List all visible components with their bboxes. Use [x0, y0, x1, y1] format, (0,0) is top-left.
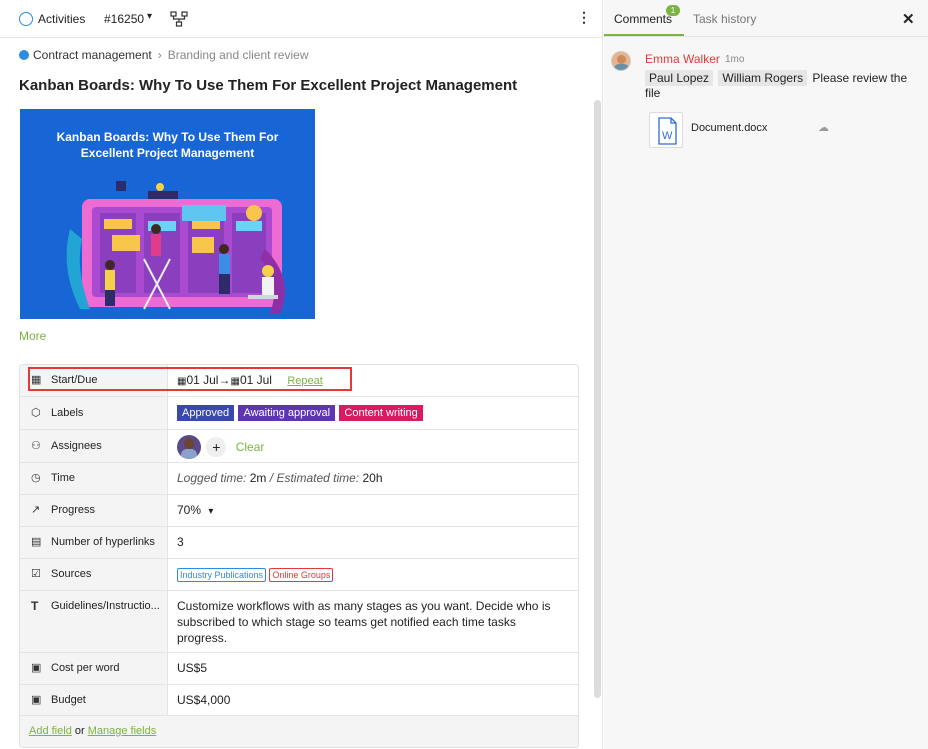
comment-author[interactable]: Emma Walker: [645, 52, 720, 66]
guidelines-value[interactable]: Customize workflows with as many stages …: [177, 598, 557, 646]
clear-assignees-link[interactable]: Clear: [236, 440, 265, 454]
clock-icon: ◷: [31, 472, 41, 484]
field-label-progress: Progress: [51, 504, 96, 516]
money-icon: ▣: [31, 662, 42, 674]
avatar[interactable]: [611, 51, 631, 71]
text-icon: T: [31, 599, 39, 613]
logged-time-value[interactable]: 2m: [250, 471, 267, 485]
assignees-value: + Clear: [177, 435, 264, 459]
avatar[interactable]: [177, 435, 201, 459]
comment-timestamp: 1mo: [725, 54, 745, 65]
people-icon: ⚇: [31, 440, 41, 452]
money-icon: ▣: [31, 694, 42, 706]
estimated-time-label: Estimated time:: [276, 471, 360, 485]
chevron-down-icon[interactable]: ▾: [147, 11, 152, 22]
hyperlinks-value[interactable]: 3: [177, 535, 184, 549]
field-row-assignees: ⚇ Assignees + Clear: [20, 430, 578, 463]
status-label[interactable]: Activities: [38, 12, 85, 26]
breadcrumb-parent[interactable]: Contract management: [33, 48, 152, 62]
label-tag[interactable]: Content writing: [339, 405, 423, 421]
task-toolbar: Activities #16250 ▾ ⋮: [0, 0, 603, 38]
field-label-budget: Budget: [51, 694, 86, 706]
sources-value: Industry Publications Online Groups: [177, 567, 334, 582]
breadcrumb: Contract management › Branding and client …: [19, 48, 308, 64]
add-assignee-button[interactable]: +: [206, 437, 227, 457]
chart-icon: ↗: [31, 504, 41, 516]
more-options-icon[interactable]: ⋮: [577, 9, 591, 26]
task-id[interactable]: #16250: [104, 12, 144, 26]
tab-comments[interactable]: Comments: [614, 12, 672, 26]
field-row-cost-per-word: ▣ Cost per word US$5: [20, 653, 578, 685]
field-row-guidelines: T Guidelines/Instructio... Customize work…: [20, 591, 578, 653]
field-row-sources: ☑ Sources Industry Publications Online Gr…: [20, 559, 578, 591]
close-icon[interactable]: ✕: [902, 10, 915, 28]
footer-or-text: or: [74, 725, 85, 737]
breadcrumb-separator-icon: ›: [157, 48, 162, 62]
activity-sidebar: Comments 1 Task history ✕ Emma Walker 1m…: [604, 0, 928, 749]
source-tag[interactable]: Industry Publications: [177, 568, 267, 582]
field-label-sources: Sources: [51, 568, 92, 580]
cloud-icon[interactable]: ☁: [818, 121, 829, 134]
progress-dropdown[interactable]: 70% ▾: [177, 503, 213, 517]
mention[interactable]: William Rogers: [718, 70, 808, 86]
calculator-icon: ▤: [31, 536, 42, 548]
field-label-hyperlinks: Number of hyperlinks: [51, 536, 155, 548]
field-label-guidelines: Guidelines/Instructio...: [51, 600, 160, 612]
field-row-labels: ⬡ Labels Approved Awaiting approval Conte…: [20, 397, 578, 430]
budget-value[interactable]: US$4,000: [177, 693, 230, 707]
field-row-time: ◷ Time Logged time: 2m / Estimated time: …: [20, 463, 578, 495]
svg-text:W: W: [662, 130, 673, 142]
time-value[interactable]: Logged time: 2m / Estimated time: 20h: [177, 471, 383, 485]
tag-icon: ⬡: [31, 407, 41, 419]
scrollbar[interactable]: [594, 100, 601, 698]
start-due-highlight: [28, 367, 352, 391]
field-label-labels: Labels: [51, 407, 84, 419]
workflow-icon[interactable]: [170, 10, 188, 28]
field-row-progress: ↗ Progress 70% ▾: [20, 495, 578, 527]
manage-fields-link[interactable]: Manage fields: [88, 725, 157, 737]
logged-time-label: Logged time:: [177, 471, 247, 485]
cost-per-word-value[interactable]: US$5: [177, 661, 207, 675]
field-label-assignees: Assignees: [51, 440, 102, 452]
field-label-time: Time: [51, 472, 76, 484]
fields-footer: Add field or Manage fields: [20, 716, 578, 747]
more-link[interactable]: More: [19, 329, 46, 343]
labels-value: Approved Awaiting approval Content writi…: [177, 405, 424, 421]
status-circle-icon[interactable]: [19, 12, 33, 26]
label-tag[interactable]: Awaiting approval: [238, 405, 336, 421]
add-field-link[interactable]: Add field: [29, 725, 72, 737]
mention[interactable]: Paul Lopez: [645, 70, 714, 86]
label-tag[interactable]: Approved: [177, 405, 235, 421]
chevron-down-icon[interactable]: ▾: [208, 506, 213, 517]
word-document-icon[interactable]: W: [649, 112, 683, 148]
sidebar-tabs: Comments 1 Task history ✕: [604, 0, 928, 37]
project-dot-icon: [19, 50, 29, 60]
comments-count-badge: 1: [666, 5, 680, 16]
time-separator: /: [269, 471, 274, 485]
attachment-name[interactable]: Document.docx: [691, 122, 767, 134]
field-row-budget: ▣ Budget US$4,000: [20, 685, 578, 716]
kanban-illustration: [66, 181, 285, 314]
estimated-time-value[interactable]: 20h: [362, 471, 382, 485]
task-detail-panel: Activities #16250 ▾ ⋮ Contract managemen…: [0, 0, 603, 749]
breadcrumb-current[interactable]: Branding and client review: [168, 48, 309, 62]
cover-image[interactable]: Kanban Boards: Why To Use Them For Excel…: [20, 109, 315, 319]
active-tab-indicator: [604, 34, 684, 36]
comment-body: Paul Lopez William Rogers Please review …: [645, 70, 915, 101]
field-label-cost-per-word: Cost per word: [51, 662, 120, 674]
custom-fields-table: ▦ Start/Due ▦01 Jul→▦01 Jul Repeat ⬡ Label…: [19, 364, 579, 748]
checkbox-icon: ☑: [31, 568, 41, 580]
task-title[interactable]: Kanban Boards: Why To Use Them For Excel…: [19, 77, 517, 94]
tab-task-history[interactable]: Task history: [693, 12, 756, 26]
source-tag[interactable]: Online Groups: [269, 568, 334, 582]
field-row-hyperlinks: ▤ Number of hyperlinks 3: [20, 527, 578, 559]
progress-value[interactable]: 70%: [177, 503, 201, 517]
